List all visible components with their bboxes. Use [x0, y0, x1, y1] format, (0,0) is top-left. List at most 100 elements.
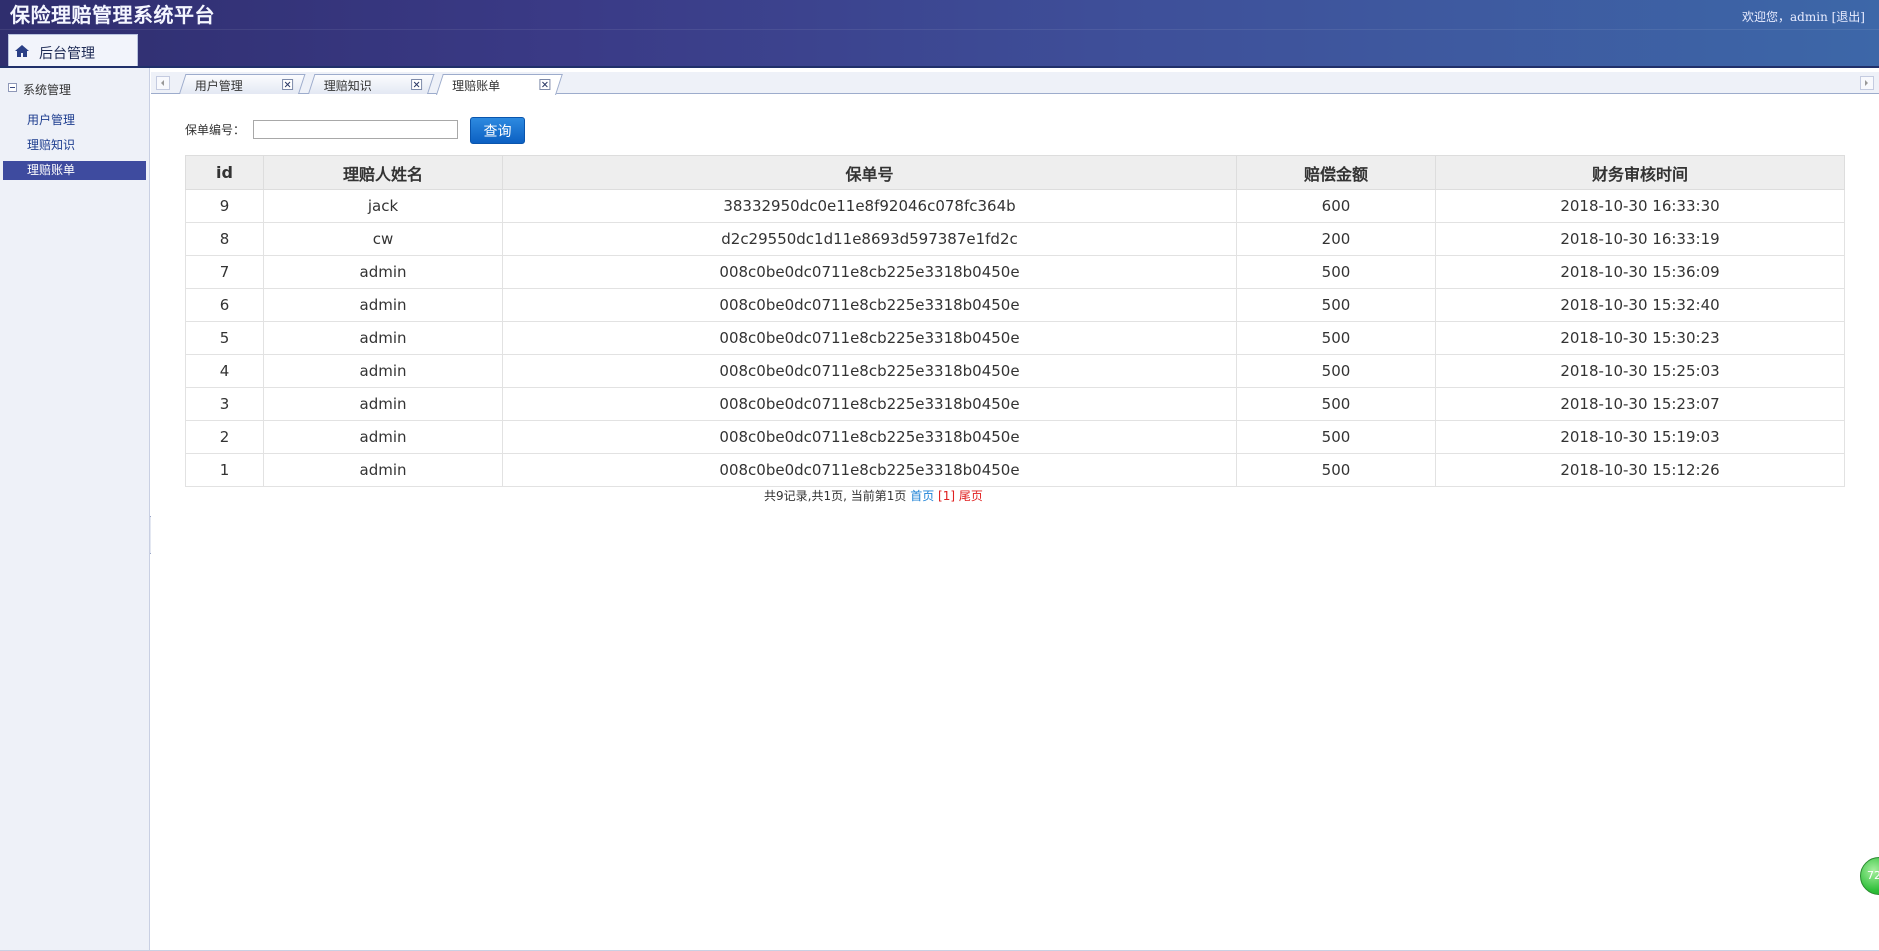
cell-policy-number: 008c0be0dc0711e8cb225e3318b0450e [502, 354, 1237, 388]
tab-claim-bills[interactable]: 理赔账单 [436, 74, 563, 95]
user-info: 欢迎您，admin [退出] [1742, 8, 1865, 25]
query-button[interactable]: 查询 [470, 117, 525, 144]
tab-claim-knowledge[interactable]: 理赔知识 [308, 74, 435, 94]
cell-amount: 500 [1236, 321, 1436, 355]
cell-audit-time: 2018-10-30 15:30:23 [1435, 321, 1845, 355]
cell-amount: 600 [1236, 189, 1436, 223]
cell-amount: 500 [1236, 255, 1436, 289]
cell-audit-time: 2018-10-30 15:32:40 [1435, 288, 1845, 322]
welcome-text: 欢迎您， [1742, 10, 1791, 24]
sidebar-group-system[interactable]: 系统管理 [8, 81, 71, 99]
table-row: 2 admin 008c0be0dc0711e8cb225e3318b0450e 50… [185, 420, 1845, 454]
cell-claimant: admin [263, 354, 503, 388]
sidebar-item-label: 用户管理 [27, 113, 76, 127]
tab-label: 用户管理 [194, 79, 243, 93]
tab-label: 理赔账单 [452, 79, 501, 93]
pagination-summary: 共9记录,共1页, 当前第1页 [764, 489, 907, 503]
cell-audit-time: 2018-10-30 15:12:26 [1435, 453, 1845, 487]
cell-audit-time: 2018-10-30 15:19:03 [1435, 420, 1845, 454]
sidebar-item-claim-knowledge[interactable]: 理赔知识 [3, 136, 146, 155]
cell-audit-time: 2018-10-30 16:33:30 [1435, 189, 1845, 223]
cell-claimant: admin [263, 420, 503, 454]
column-header-audit-time: 财务审核时间 [1435, 155, 1845, 190]
table-row: 4 admin 008c0be0dc0711e8cb225e3318b0450e 50… [185, 354, 1845, 388]
cell-audit-time: 2018-10-30 15:25:03 [1435, 354, 1845, 388]
column-header-claimant: 理赔人姓名 [263, 155, 503, 190]
cell-claimant: admin [263, 321, 503, 355]
cell-amount: 500 [1236, 420, 1436, 454]
cell-id: 3 [185, 387, 264, 421]
header-divider [0, 29, 1879, 30]
table-header-row: id 理赔人姓名 保单号 赔偿金额 财务审核时间 [185, 155, 1845, 190]
table-body: 9 jack 38332950dc0e11e8f92046c078fc364b 600… [185, 189, 1845, 487]
last-page-link[interactable]: 尾页 [959, 489, 983, 503]
cell-amount: 200 [1236, 222, 1436, 256]
table-row: 7 admin 008c0be0dc0711e8cb225e3318b0450e 50… [185, 255, 1845, 289]
claims-table: id 理赔人姓名 保单号 赔偿金额 财务审核时间 9 jack 38332950dc… [185, 155, 1845, 487]
cell-claimant: admin [263, 255, 503, 289]
first-page-link[interactable]: 首页 [910, 489, 934, 503]
cell-policy-number: 008c0be0dc0711e8cb225e3318b0450e [502, 453, 1237, 487]
main-content: 保单编号： 查询 id 理赔人姓名 保单号 赔偿金额 财务审核时间 9 jack 3… [151, 95, 1879, 951]
cell-id: 7 [185, 255, 264, 289]
pagination-inner: 共9记录,共1页, 当前第1页 首页 [1] 尾页 [764, 487, 983, 504]
cell-id: 5 [185, 321, 264, 355]
cell-amount: 500 [1236, 453, 1436, 487]
cell-id: 6 [185, 288, 264, 322]
cell-policy-number: 008c0be0dc0711e8cb225e3318b0450e [502, 420, 1237, 454]
home-icon [15, 45, 29, 57]
app-title: 保险理赔管理系统平台 [10, 3, 215, 27]
cell-policy-number: d2c29550dc1d11e8693d597387e1fd2c [502, 222, 1237, 256]
cell-audit-time: 2018-10-30 16:33:19 [1435, 222, 1845, 256]
sidebar-item-user-management[interactable]: 用户管理 [3, 111, 146, 130]
tabs-bar: 用户管理 理赔知识 理赔账单 [151, 72, 1879, 95]
sidebar-item-label: 理赔账单 [27, 163, 76, 177]
cell-policy-number: 008c0be0dc0711e8cb225e3318b0450e [502, 255, 1237, 289]
cell-audit-time: 2018-10-30 15:23:07 [1435, 387, 1845, 421]
table-row: 5 admin 008c0be0dc0711e8cb225e3318b0450e 50… [185, 321, 1845, 355]
table-row: 6 admin 008c0be0dc0711e8cb225e3318b0450e 50… [185, 288, 1845, 322]
policy-number-input[interactable] [253, 120, 458, 139]
cell-id: 2 [185, 420, 264, 454]
sidebar: 系统管理 用户管理 理赔知识 理赔账单 [0, 68, 150, 951]
username: admin [1790, 10, 1828, 24]
column-header-id: id [185, 155, 264, 190]
cell-claimant: admin [263, 288, 503, 322]
cell-amount: 500 [1236, 354, 1436, 388]
sidebar-group-label: 系统管理 [23, 83, 72, 97]
cell-id: 8 [185, 222, 264, 256]
tree-collapse-icon[interactable] [8, 83, 17, 92]
table-row: 8 cw d2c29550dc1d11e8693d597387e1fd2c 200 20… [185, 222, 1845, 256]
cell-claimant: jack [263, 189, 503, 223]
nav-tab-admin[interactable]: 后台管理 [8, 34, 138, 68]
floating-badge-text: 72 [1867, 869, 1879, 882]
tab-scroll-right-button[interactable] [1860, 76, 1874, 90]
tab-scroll-left-button[interactable] [156, 76, 170, 90]
cell-id: 1 [185, 453, 264, 487]
cell-policy-number: 008c0be0dc0711e8cb225e3318b0450e [502, 321, 1237, 355]
sidebar-item-claim-bills[interactable]: 理赔账单 [3, 161, 146, 180]
cell-id: 4 [185, 354, 264, 388]
close-icon[interactable] [539, 79, 551, 90]
table-row: 9 jack 38332950dc0e11e8f92046c078fc364b 600… [185, 189, 1845, 223]
cell-claimant: admin [263, 453, 503, 487]
close-icon[interactable] [411, 79, 423, 90]
table-row: 3 admin 008c0be0dc0711e8cb225e3318b0450e 50… [185, 387, 1845, 421]
logout-link[interactable]: [退出] [1832, 10, 1865, 24]
table-row: 1 admin 008c0be0dc0711e8cb225e3318b0450e 50… [185, 453, 1845, 487]
tab-user-management[interactable]: 用户管理 [179, 74, 306, 94]
header-underline [0, 66, 1879, 68]
cell-policy-number: 008c0be0dc0711e8cb225e3318b0450e [502, 288, 1237, 322]
policy-number-label: 保单编号： [185, 123, 246, 137]
close-icon[interactable] [282, 79, 294, 90]
tab-label: 理赔知识 [323, 79, 372, 93]
cell-audit-time: 2018-10-30 15:36:09 [1435, 255, 1845, 289]
arrow-right-icon [1865, 80, 1868, 86]
arrow-left-icon [161, 80, 164, 86]
cell-claimant: admin [263, 387, 503, 421]
app-header: 保险理赔管理系统平台 欢迎您，admin [退出] 后台管理 [0, 0, 1879, 68]
cell-claimant: cw [263, 222, 503, 256]
current-page: [1] [938, 489, 956, 503]
sidebar-item-label: 理赔知识 [27, 138, 76, 152]
cell-amount: 500 [1236, 288, 1436, 322]
